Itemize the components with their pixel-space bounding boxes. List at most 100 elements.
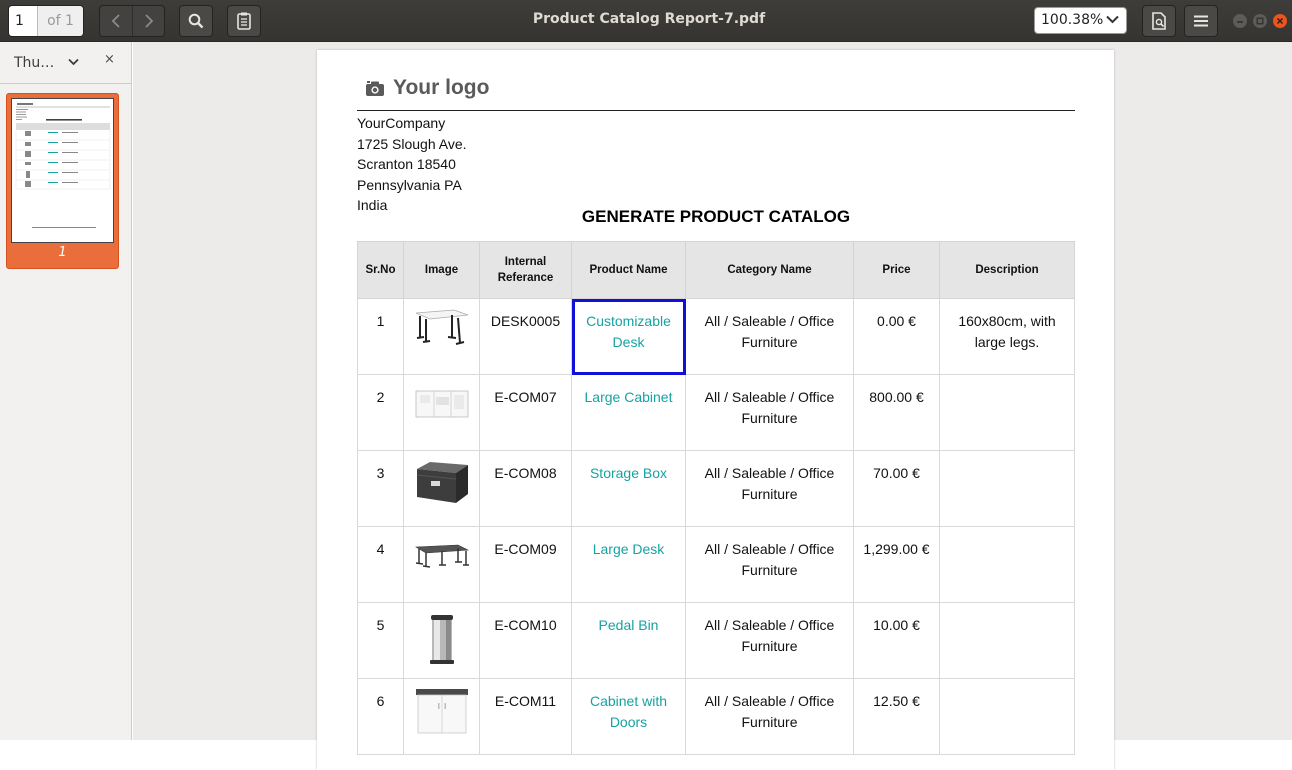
column-header-price: Price: [853, 241, 940, 299]
hamburger-menu-icon: [1194, 15, 1208, 27]
chevron-left-icon: [111, 14, 120, 28]
previous-page-button[interactable]: [100, 6, 132, 36]
cell-product-name[interactable]: Cabinet with Doors: [571, 678, 686, 755]
sidebar-close-button[interactable]: ×: [104, 52, 115, 67]
company-name: YourCompany: [357, 115, 446, 131]
column-header-category-name: Category Name: [685, 241, 854, 299]
product-name-link[interactable]: Pedal Bin: [599, 617, 659, 633]
close-window-button[interactable]: [1273, 14, 1287, 28]
cell-price: 12.50 €: [853, 678, 940, 755]
maximize-icon: [1256, 17, 1264, 25]
cell-category: All / Saleable / Office Furniture: [685, 678, 854, 755]
cell-product-name[interactable]: Large Desk: [571, 526, 686, 603]
close-icon: [1276, 17, 1284, 25]
address-street: 1725 Slough Ave.: [357, 135, 467, 152]
cell-category: All / Saleable / Office Furniture: [685, 374, 854, 451]
category-text: All / Saleable / Office Furniture: [704, 465, 835, 502]
cell-image: [403, 678, 480, 755]
document-icon: [1152, 12, 1166, 30]
cell-sr-no: 1: [357, 298, 404, 375]
column-header-internal-reference: Internal Referance: [479, 241, 572, 299]
large-desk-icon: [414, 544, 469, 568]
table-row: 6 E-COM11 Cabinet with Doors All / Salea…: [357, 678, 1075, 755]
cell-product-name[interactable]: Customizable Desk: [571, 298, 686, 375]
page-thumbnail[interactable]: 1: [6, 93, 119, 269]
address-city: Scranton 18540: [357, 156, 456, 173]
table-row: 3 E-COM08 Storage Box All / Saleable / O…: [357, 450, 1075, 527]
cell-price: 70.00 €: [853, 450, 940, 527]
cell-image: [403, 602, 480, 679]
cell-image: [403, 298, 480, 375]
cell-internal-reference: E-COM08: [479, 450, 572, 527]
pedal-bin-icon: [429, 615, 454, 664]
search-icon: [188, 13, 204, 29]
column-header-product-name: Product Name: [571, 241, 686, 299]
chevron-down-icon: [1106, 15, 1119, 24]
cell-image: [403, 374, 480, 451]
category-text: All / Saleable / Office Furniture: [704, 389, 835, 426]
column-header-internal-reference-label: Internal Referance: [497, 256, 554, 284]
company-logo: Your logo: [365, 76, 489, 100]
category-text: All / Saleable / Office Furniture: [704, 617, 835, 654]
document-properties-button[interactable]: [1142, 5, 1176, 37]
cell-sr-no: 2: [357, 374, 404, 451]
description-text: 160x80cm, with large legs.: [958, 313, 1056, 350]
cell-description: [939, 602, 1075, 679]
thumbnail-page-miniature: [15, 103, 111, 228]
sidebar-mode-label[interactable]: Thu…: [14, 55, 54, 71]
title-bar: 1 of 1 Product Catalog Report-7.pdf 100.…: [0, 0, 1292, 42]
cell-internal-reference: DESK0005: [479, 298, 572, 375]
zoom-select[interactable]: 100.38%: [1034, 7, 1127, 34]
column-header-description: Description: [939, 241, 1075, 299]
cell-internal-reference: E-COM11: [479, 678, 572, 755]
desk-icon: [415, 309, 468, 345]
table-row: 5 E-COM10 Pedal Bin All / Saleable / Off…: [357, 602, 1075, 679]
annotations-button[interactable]: [227, 5, 261, 37]
product-name-link[interactable]: Customizable Desk: [583, 311, 675, 352]
report-title: GENERATE PRODUCT CATALOG: [581, 207, 851, 226]
logo-text: Your logo: [393, 76, 490, 99]
cell-description: [939, 374, 1075, 451]
minimize-button[interactable]: [1233, 14, 1247, 28]
cell-internal-reference: E-COM09: [479, 526, 572, 603]
cell-price: 10.00 €: [853, 602, 940, 679]
cabinet-icon: [415, 390, 468, 418]
product-name-link[interactable]: Cabinet with Doors: [583, 691, 675, 732]
document-view[interactable]: Your logo YourCompany 1725 Slough Ave. S…: [133, 42, 1292, 770]
cell-product-name[interactable]: Large Cabinet: [571, 374, 686, 451]
clipboard-icon: [237, 12, 251, 30]
next-page-button[interactable]: [132, 6, 164, 36]
category-text: All / Saleable / Office Furniture: [704, 693, 835, 730]
zoom-value: 100.38%: [1041, 12, 1104, 28]
cell-description: [939, 678, 1075, 755]
storage-box-icon: [416, 462, 468, 503]
table-header-row: Sr.No Image Internal Referance Product N…: [357, 241, 1075, 299]
search-button[interactable]: [179, 5, 213, 37]
maximize-button[interactable]: [1253, 14, 1267, 28]
thumbnail-preview: [11, 98, 114, 243]
page-number-input[interactable]: 1: [9, 6, 38, 36]
cell-category: All / Saleable / Office Furniture: [685, 526, 854, 603]
cell-product-name[interactable]: Pedal Bin: [571, 602, 686, 679]
product-catalog-table: Sr.No Image Internal Referance Product N…: [357, 241, 1075, 755]
cell-image: [403, 450, 480, 527]
chevron-right-icon: [144, 14, 153, 28]
category-text: All / Saleable / Office Furniture: [704, 541, 835, 578]
chevron-down-icon[interactable]: [68, 58, 79, 66]
cell-product-name[interactable]: Storage Box: [571, 450, 686, 527]
cell-price: 800.00 €: [853, 374, 940, 451]
document-title: Product Catalog Report-7.pdf: [532, 11, 766, 27]
pdf-page: Your logo YourCompany 1725 Slough Ave. S…: [317, 50, 1114, 770]
header-rule: [357, 110, 1075, 111]
sidebar: Thu… × 1: [0, 42, 132, 740]
camera-icon: [366, 80, 384, 96]
page-count: of 1: [38, 6, 83, 36]
category-text: All / Saleable / Office Furniture: [704, 313, 835, 350]
cabinet-doors-icon: [415, 689, 468, 734]
menu-button[interactable]: [1184, 5, 1218, 37]
cell-sr-no: 6: [357, 678, 404, 755]
product-name-link[interactable]: Large Cabinet: [585, 389, 673, 405]
column-header-image: Image: [403, 241, 480, 299]
product-name-link[interactable]: Storage Box: [590, 465, 667, 481]
product-name-link[interactable]: Large Desk: [593, 541, 665, 557]
